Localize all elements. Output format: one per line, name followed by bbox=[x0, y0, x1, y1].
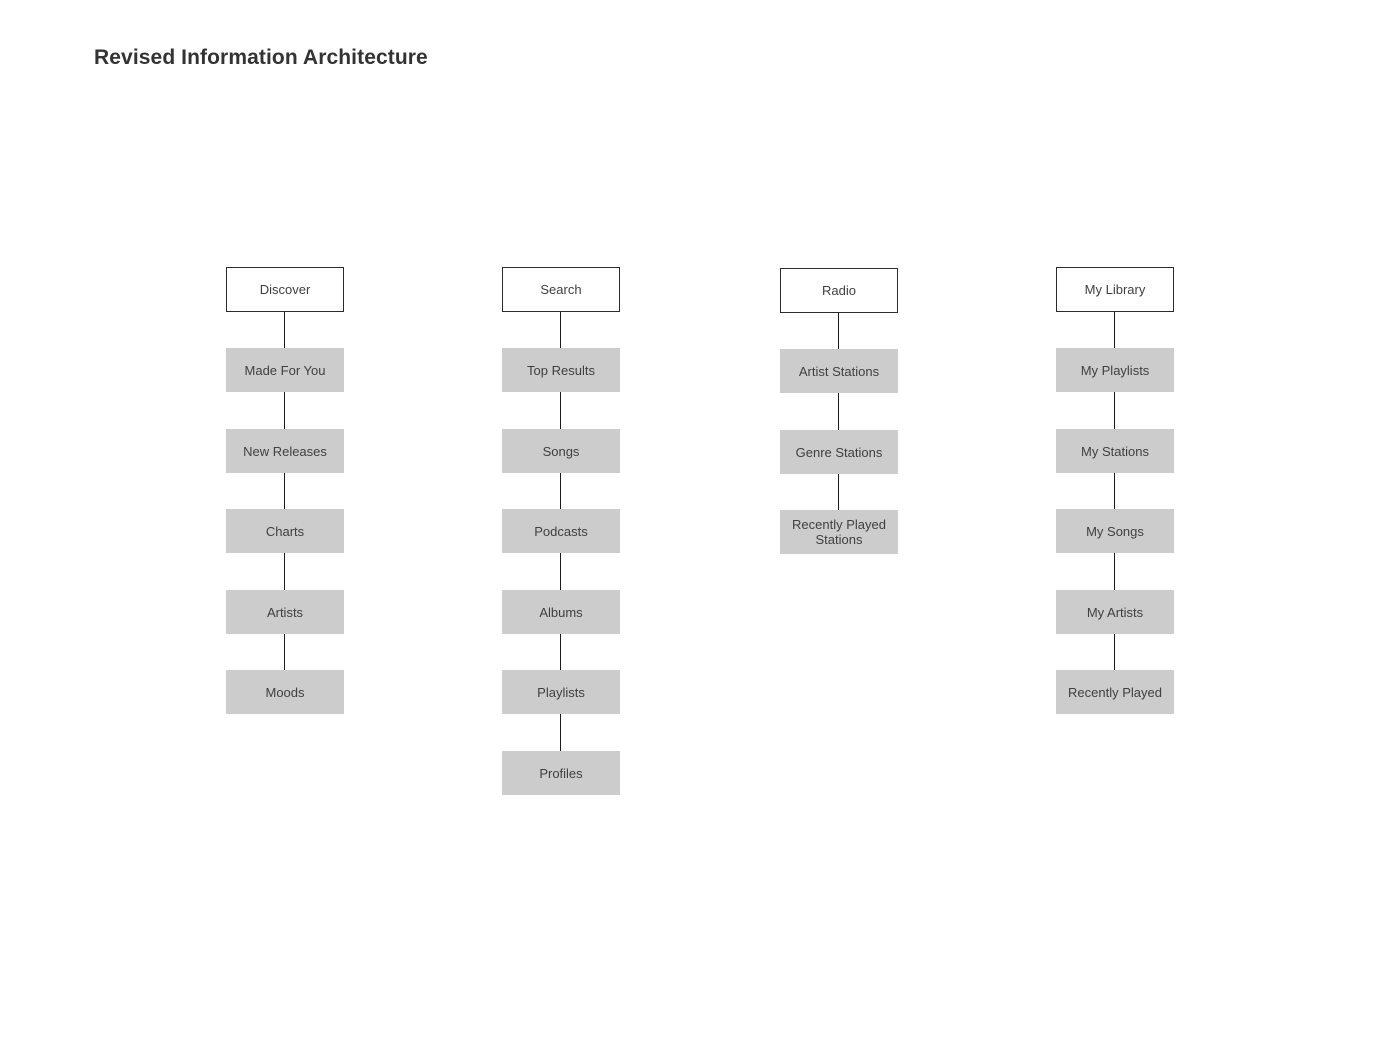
connector-search-3 bbox=[560, 553, 561, 590]
node-label: Recently Played Stations bbox=[792, 517, 886, 547]
connector-my-library-0 bbox=[1114, 312, 1115, 348]
connector-search-0 bbox=[560, 312, 561, 348]
node-child-discover-2[interactable]: Charts bbox=[226, 509, 344, 553]
node-label: My Library bbox=[1084, 282, 1146, 297]
node-root-radio[interactable]: Radio bbox=[780, 268, 898, 313]
node-root-discover[interactable]: Discover bbox=[226, 267, 344, 312]
node-label: Radio bbox=[822, 283, 856, 298]
node-label: My Playlists bbox=[1080, 362, 1150, 378]
connector-discover-4 bbox=[284, 634, 285, 670]
connector-discover-3 bbox=[284, 553, 285, 590]
node-child-my-library-2[interactable]: My Songs bbox=[1056, 509, 1174, 553]
information-architecture-diagram: Discover Made For You New Releases Charts Ar… bbox=[0, 0, 1400, 1062]
node-label: Playlists bbox=[537, 684, 585, 700]
node-label: Recently Played bbox=[1068, 684, 1162, 700]
node-label: Made For You bbox=[244, 362, 326, 378]
node-child-search-5[interactable]: Profiles bbox=[502, 751, 620, 795]
node-child-radio-1[interactable]: Genre Stations bbox=[780, 430, 898, 474]
connector-search-1 bbox=[560, 392, 561, 429]
node-label: Moods bbox=[265, 684, 305, 700]
node-child-discover-3[interactable]: Artists bbox=[226, 590, 344, 634]
node-label: Top Results bbox=[527, 362, 595, 378]
node-label: New Releases bbox=[243, 443, 327, 459]
node-child-my-library-3[interactable]: My Artists bbox=[1056, 590, 1174, 634]
node-label: Albums bbox=[539, 604, 583, 620]
connector-radio-1 bbox=[838, 393, 839, 430]
node-child-search-2[interactable]: Podcasts bbox=[502, 509, 620, 553]
connector-search-4 bbox=[560, 634, 561, 670]
node-label: Genre Stations bbox=[795, 444, 883, 460]
connector-my-library-4 bbox=[1114, 634, 1115, 670]
node-child-search-0[interactable]: Top Results bbox=[502, 348, 620, 392]
node-label: Artist Stations bbox=[798, 363, 880, 379]
node-child-discover-0[interactable]: Made For You bbox=[226, 348, 344, 392]
node-child-search-1[interactable]: Songs bbox=[502, 429, 620, 473]
connector-radio-2 bbox=[838, 474, 839, 510]
node-child-search-4[interactable]: Playlists bbox=[502, 670, 620, 714]
node-child-radio-2[interactable]: Recently Played Stations bbox=[780, 510, 898, 554]
node-label: My Songs bbox=[1086, 523, 1144, 539]
node-child-my-library-1[interactable]: My Stations bbox=[1056, 429, 1174, 473]
node-child-my-library-0[interactable]: My Playlists bbox=[1056, 348, 1174, 392]
node-child-radio-0[interactable]: Artist Stations bbox=[780, 349, 898, 393]
connector-my-library-2 bbox=[1114, 473, 1115, 509]
connector-discover-2 bbox=[284, 473, 285, 509]
node-label: Podcasts bbox=[534, 523, 588, 539]
connector-my-library-1 bbox=[1114, 392, 1115, 429]
connector-discover-0 bbox=[284, 312, 285, 348]
node-label: My Stations bbox=[1081, 443, 1149, 459]
connector-my-library-3 bbox=[1114, 553, 1115, 590]
node-root-my-library[interactable]: My Library bbox=[1056, 267, 1174, 312]
node-label: Discover bbox=[259, 282, 311, 297]
node-root-search[interactable]: Search bbox=[502, 267, 620, 312]
node-label: Songs bbox=[542, 443, 580, 459]
node-child-my-library-4[interactable]: Recently Played bbox=[1056, 670, 1174, 714]
connector-search-2 bbox=[560, 473, 561, 509]
connector-radio-0 bbox=[838, 313, 839, 349]
node-label: Profiles bbox=[539, 765, 583, 781]
node-label: Artists bbox=[266, 604, 304, 620]
node-child-discover-1[interactable]: New Releases bbox=[226, 429, 344, 473]
node-child-search-3[interactable]: Albums bbox=[502, 590, 620, 634]
node-label: My Artists bbox=[1086, 604, 1144, 620]
node-child-discover-4[interactable]: Moods bbox=[226, 670, 344, 714]
node-label: Search bbox=[540, 282, 582, 297]
node-label: Charts bbox=[265, 523, 305, 539]
connector-discover-1 bbox=[284, 392, 285, 429]
connector-search-5 bbox=[560, 714, 561, 751]
